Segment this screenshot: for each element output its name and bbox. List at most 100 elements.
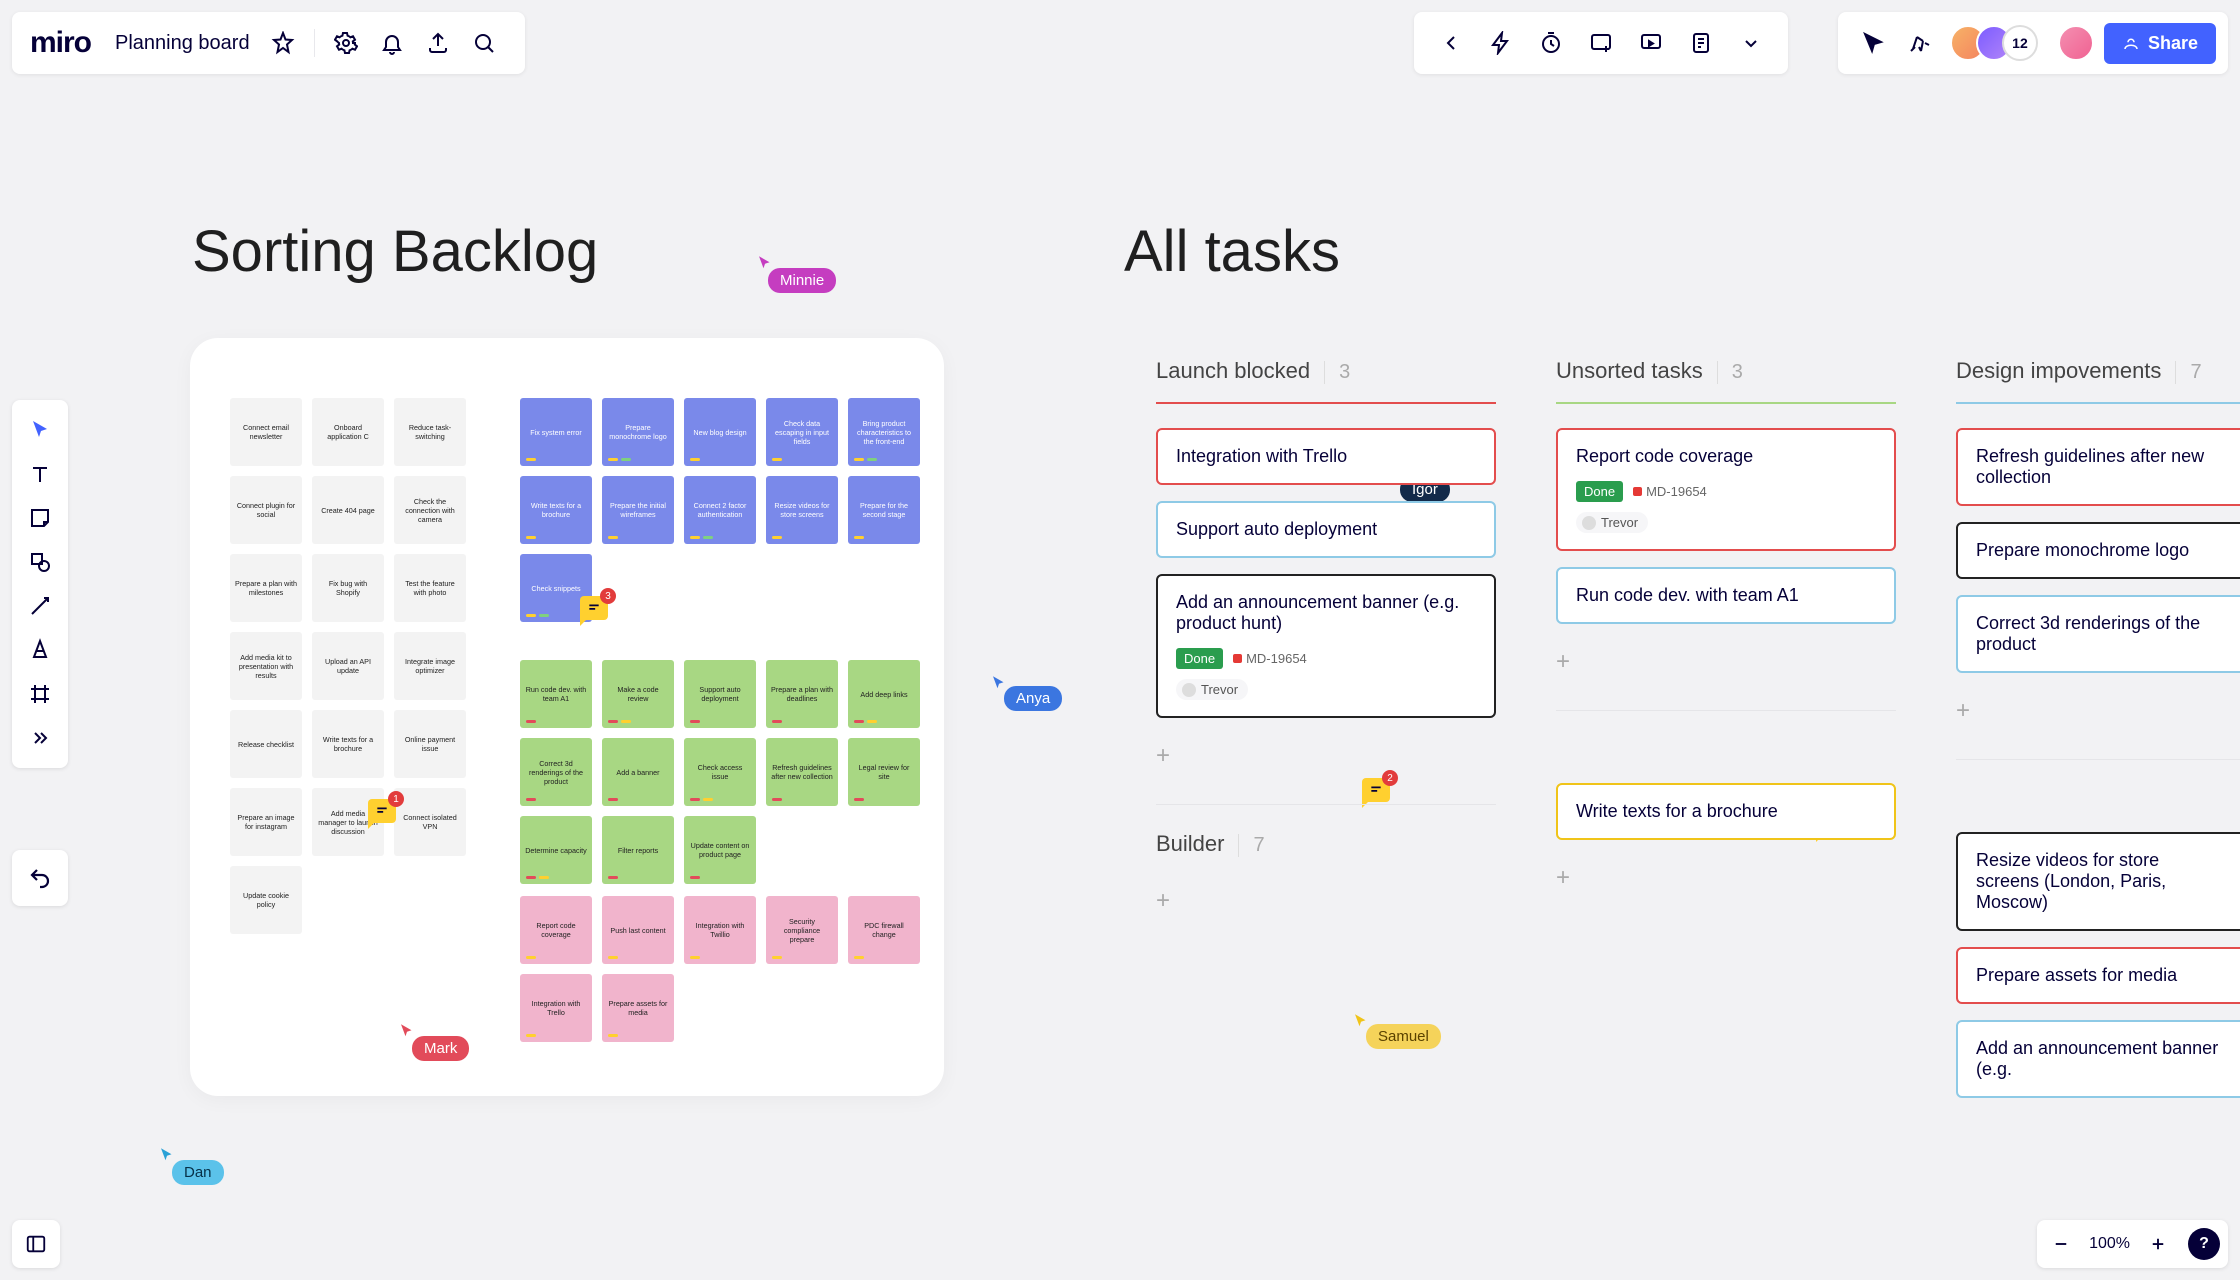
sticky-note[interactable]: Prepare a plan with milestones (230, 554, 302, 622)
kanban-card[interactable]: Integration with Trello (1156, 428, 1496, 485)
sticky-note[interactable]: Create 404 page (312, 476, 384, 544)
board-title[interactable]: Planning board (115, 32, 250, 55)
pen-tool[interactable] (20, 628, 60, 672)
sticky-note[interactable]: Security compliance prepare (766, 896, 838, 964)
kanban-card[interactable]: Correct 3d renderings of the product (1956, 595, 2240, 673)
help-button[interactable]: ? (2188, 1228, 2220, 1260)
sticky-note[interactable]: Correct 3d renderings of the product (520, 738, 592, 806)
sticky-note[interactable]: Check data escaping in input fields (766, 398, 838, 466)
more-tool[interactable] (20, 716, 60, 760)
sticky-note[interactable]: Push last content (602, 896, 674, 964)
collaborator-count[interactable]: 12 (2002, 25, 2038, 61)
kanban-card[interactable]: Run code dev. with team A1 (1556, 567, 1896, 624)
sticky-note[interactable]: Online payment issue (394, 710, 466, 778)
kanban-card[interactable]: Resize videos for store screens (London,… (1956, 832, 2240, 931)
kanban-card[interactable]: Write texts for a brochure (1556, 783, 1896, 840)
sticky-note[interactable]: Prepare an image for instagram (230, 788, 302, 856)
reactions-icon[interactable] (1902, 26, 1936, 60)
undo-button[interactable] (12, 850, 68, 906)
sticky-note[interactable]: Prepare monochrome logo (602, 398, 674, 466)
kanban-card[interactable]: Prepare monochrome logo (1956, 522, 2240, 579)
settings-icon[interactable] (329, 26, 363, 60)
zoom-in-button[interactable] (2142, 1228, 2174, 1260)
sticky-note[interactable]: Connect plugin for social (230, 476, 302, 544)
search-icon[interactable] (467, 26, 501, 60)
add-card-button[interactable]: + (1156, 734, 1496, 778)
star-icon[interactable] (266, 26, 300, 60)
text-tool[interactable] (20, 452, 60, 496)
sticky-note[interactable]: Reduce task-switching (394, 398, 466, 466)
kanban-card[interactable]: Add an announcement banner (e.g. (1956, 1020, 2240, 1098)
collaborator-avatars[interactable]: 12 (1950, 25, 2038, 61)
sticky-note[interactable]: Report code coverage (520, 896, 592, 964)
sticky-note[interactable]: Fix bug with Shopify (312, 554, 384, 622)
kanban-col-unsorted[interactable]: Unsorted tasks 3 Report code coverageDon… (1556, 358, 1896, 900)
sticky-note[interactable]: Onboard application C (312, 398, 384, 466)
sticky-note[interactable]: Run code dev. with team A1 (520, 660, 592, 728)
miro-logo[interactable]: miro (30, 26, 91, 60)
kanban-card[interactable]: Support auto deployment (1156, 501, 1496, 558)
sticky-note[interactable]: Resize videos for store screens (766, 476, 838, 544)
sticky-note[interactable]: Test the feature with photo (394, 554, 466, 622)
sticky-note[interactable]: Add a banner (602, 738, 674, 806)
sticky-note[interactable]: Connect isolated VPN (394, 788, 466, 856)
kanban-card[interactable]: Refresh guidelines after new collection (1956, 428, 2240, 506)
sticky-note[interactable]: Add media kit to presentation with resul… (230, 632, 302, 700)
sticky-note[interactable]: PDC firewall change (848, 896, 920, 964)
sticky-note[interactable]: Prepare assets for media (602, 974, 674, 1042)
zoom-level[interactable]: 100% (2085, 1235, 2134, 1253)
canvas[interactable]: miro Planning board 12 Share (0, 0, 2240, 1280)
add-card-button[interactable]: + (1156, 879, 1496, 923)
chevron-left-icon[interactable] (1434, 26, 1468, 60)
share-button[interactable]: Share (2104, 23, 2216, 64)
sticky-note[interactable]: New blog design (684, 398, 756, 466)
collapse-panel-button[interactable] (12, 1220, 60, 1268)
sticky-note[interactable]: Integration with Twillio (684, 896, 756, 964)
sticky-note[interactable]: Connect 2 factor authentication (684, 476, 756, 544)
backlog-panel[interactable]: Connect email newsletterOnboard applicat… (190, 338, 944, 1096)
kanban-col-launch[interactable]: Launch blocked 3 Integration with Trello… (1156, 358, 1496, 923)
zoom-out-button[interactable] (2045, 1228, 2077, 1260)
sticky-note[interactable]: Write texts for a brochure (520, 476, 592, 544)
sticky-note[interactable]: Connect email newsletter (230, 398, 302, 466)
sticky-note[interactable]: Determine capacity (520, 816, 592, 884)
select-tool[interactable] (20, 408, 60, 452)
line-tool[interactable] (20, 584, 60, 628)
add-card-button[interactable]: + (1956, 689, 2240, 733)
comment-bubble[interactable]: 3 (580, 596, 608, 620)
sticky-note[interactable]: Update content on product page (684, 816, 756, 884)
bolt-icon[interactable] (1484, 26, 1518, 60)
sticky-note[interactable]: Prepare the initial wireframes (602, 476, 674, 544)
notes-icon[interactable] (1684, 26, 1718, 60)
assignee-chip[interactable]: Trevor (1176, 679, 1248, 700)
chevron-down-icon[interactable] (1734, 26, 1768, 60)
sticky-note[interactable]: Bring product characteristics to the fro… (848, 398, 920, 466)
sticky-note[interactable]: Support auto deployment (684, 660, 756, 728)
sticky-note[interactable]: Integration with Trello (520, 974, 592, 1042)
sticky-note[interactable]: Upload an API update (312, 632, 384, 700)
kanban-col-design[interactable]: Design impovements 7 Refresh guidelines … (1956, 358, 2240, 1114)
sticky-note[interactable]: Prepare a plan with deadlines (766, 660, 838, 728)
kanban-card[interactable]: Add an announcement banner (e.g. product… (1156, 574, 1496, 718)
comment-bubble[interactable]: 1 (368, 799, 396, 823)
frame-tool[interactable] (20, 672, 60, 716)
cursor-icon[interactable] (1856, 26, 1890, 60)
kanban-card[interactable]: Report code coverageDoneMD-19654Trevor (1556, 428, 1896, 551)
sticky-note[interactable]: Add deep links (848, 660, 920, 728)
add-card-button[interactable]: + (1556, 640, 1896, 684)
screen-add-icon[interactable] (1584, 26, 1618, 60)
sticky-note[interactable]: Refresh guidelines after new collection (766, 738, 838, 806)
sticky-note[interactable]: Legal review for site (848, 738, 920, 806)
my-avatar[interactable] (2058, 25, 2094, 61)
sticky-note[interactable]: Filter reports (602, 816, 674, 884)
sticky-note[interactable]: Check the connection with camera (394, 476, 466, 544)
shape-tool[interactable] (20, 540, 60, 584)
sticky-tool[interactable] (20, 496, 60, 540)
sticky-note[interactable]: Release checklist (230, 710, 302, 778)
sticky-note[interactable]: Fix system error (520, 398, 592, 466)
sticky-note[interactable]: Update cookie policy (230, 866, 302, 934)
sticky-note[interactable]: Integrate image optimizer (394, 632, 466, 700)
sticky-note[interactable]: Check access issue (684, 738, 756, 806)
timer-icon[interactable] (1534, 26, 1568, 60)
sticky-note[interactable]: Make a code review (602, 660, 674, 728)
